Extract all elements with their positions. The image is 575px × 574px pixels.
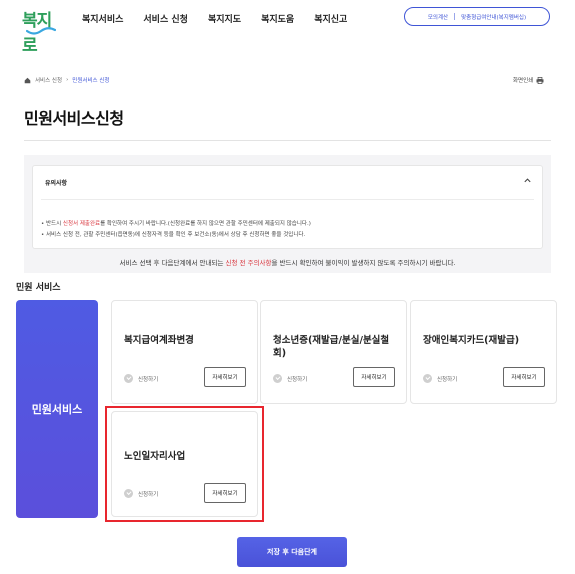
- nav-item-welfare-report[interactable]: 복지신고: [314, 12, 347, 25]
- breadcrumb-separator-icon: ›: [66, 77, 69, 83]
- breadcrumb-item-service-apply[interactable]: 서비스 신청: [35, 76, 62, 84]
- notice-item-1-highlight: 신청서 제출완료: [62, 221, 101, 227]
- nav-item-service-apply[interactable]: 서비스 신청: [143, 12, 188, 25]
- logo[interactable]: 복지로: [22, 6, 64, 56]
- logo-wave-icon: [26, 27, 56, 35]
- card-title: 장애인복지카드(재발급): [423, 335, 520, 346]
- util-divider: [454, 13, 456, 20]
- page-title: 민원서비스신청: [24, 109, 124, 128]
- service-card-account-change[interactable]: 복지급여계좌변경 신청하기 자세히보기: [111, 300, 258, 404]
- apply-checkbox[interactable]: 신청하기: [423, 374, 457, 383]
- notice-item-1: • 반드시 신청서 제출완료를 확인하여 주시기 바랍니다.(신청완료를 하지 …: [41, 219, 311, 227]
- notice-caution-highlight: 신청 전 주의사항: [225, 259, 272, 267]
- utility-links: 모의계산 맞춤형급여안내(복지멤버십): [404, 7, 550, 26]
- tab-civil-service-label: 민원서비스: [31, 403, 83, 416]
- notice-item-1-prefix: • 반드시: [41, 221, 63, 227]
- detail-button[interactable]: 자세히보기: [353, 367, 395, 387]
- notice-caution-prefix: 서비스 선택 후 다음단계에서 안내되는: [119, 259, 226, 267]
- notice-item-1-suffix: 를 확인하여 주시기 바랍니다.(신청완료를 하지 않으면 관할 주민센터에 제…: [100, 221, 311, 227]
- chevron-up-icon[interactable]: [523, 176, 532, 185]
- apply-label: 신청하기: [138, 376, 159, 383]
- main-nav: 복지서비스 서비스 신청 복지지도 복지도움 복지신고: [82, 12, 347, 25]
- notice-box: 유의사항 • 반드시 신청서 제출완료를 확인하여 주시기 바랍니다.(신청완료…: [32, 165, 543, 249]
- home-icon[interactable]: [24, 77, 31, 84]
- notice-caution: 서비스 선택 후 다음단계에서 안내되는 신청 전 주의사항을 반드시 확인하여…: [24, 257, 551, 267]
- notice-panel: 유의사항 • 반드시 신청서 제출완료를 확인하여 주시기 바랍니다.(신청완료…: [24, 155, 551, 273]
- print-label: 화면인쇄: [513, 78, 534, 84]
- nav-item-welfare-help[interactable]: 복지도움: [261, 12, 294, 25]
- header: 복지로 복지서비스 서비스 신청 복지지도 복지도움 복지신고 모의계산 맞춤형…: [0, 0, 575, 56]
- highlight-box: [105, 406, 264, 522]
- check-circle-icon: [423, 374, 432, 383]
- apply-checkbox[interactable]: 신청하기: [273, 374, 307, 383]
- printer-icon: [536, 76, 544, 84]
- check-circle-icon: [124, 374, 133, 383]
- save-next-button[interactable]: 저장 후 다음단계: [237, 537, 347, 567]
- breadcrumb-item-current: 민원서비스 신청: [72, 78, 110, 84]
- apply-label: 신청하기: [287, 376, 308, 383]
- notice-divider: [41, 199, 534, 200]
- card-title: 복지급여계좌변경: [124, 335, 194, 346]
- notice-title: 유의사항: [45, 180, 68, 187]
- print-button[interactable]: 화면인쇄: [513, 76, 544, 84]
- util-link-membership[interactable]: 맞춤형급여안내(복지멤버십): [461, 13, 526, 21]
- service-card-disability-card[interactable]: 장애인복지카드(재발급) 신청하기 자세히보기: [410, 300, 557, 404]
- detail-button[interactable]: 자세히보기: [204, 367, 246, 387]
- notice-caution-suffix: 을 반드시 확인하여 불이익이 발생하지 않도록 주의하시기 바랍니다.: [271, 259, 456, 267]
- notice-item-2: • 서비스 신청 전, 관할 주민센터(읍면동)에 신청자격 등을 확인 후 보…: [41, 232, 306, 238]
- service-card-youth-id[interactable]: 청소년증(재발급/분실/분실철회) 신청하기 자세히보기: [260, 300, 407, 404]
- check-circle-icon: [273, 374, 282, 383]
- detail-button[interactable]: 자세히보기: [503, 367, 545, 387]
- breadcrumb: 서비스 신청 › 민원서비스 신청: [24, 76, 109, 84]
- card-title: 청소년증(재발급/분실/분실철회): [273, 335, 390, 359]
- section-label: 민원 서비스: [16, 283, 61, 293]
- apply-checkbox[interactable]: 신청하기: [124, 374, 158, 383]
- util-link-calc[interactable]: 모의계산: [428, 13, 448, 21]
- apply-label: 신청하기: [437, 376, 458, 383]
- nav-item-welfare-map[interactable]: 복지지도: [208, 12, 241, 25]
- tab-civil-service[interactable]: 민원서비스: [16, 300, 98, 518]
- nav-item-welfare-service[interactable]: 복지서비스: [82, 12, 123, 25]
- title-divider: [24, 140, 551, 141]
